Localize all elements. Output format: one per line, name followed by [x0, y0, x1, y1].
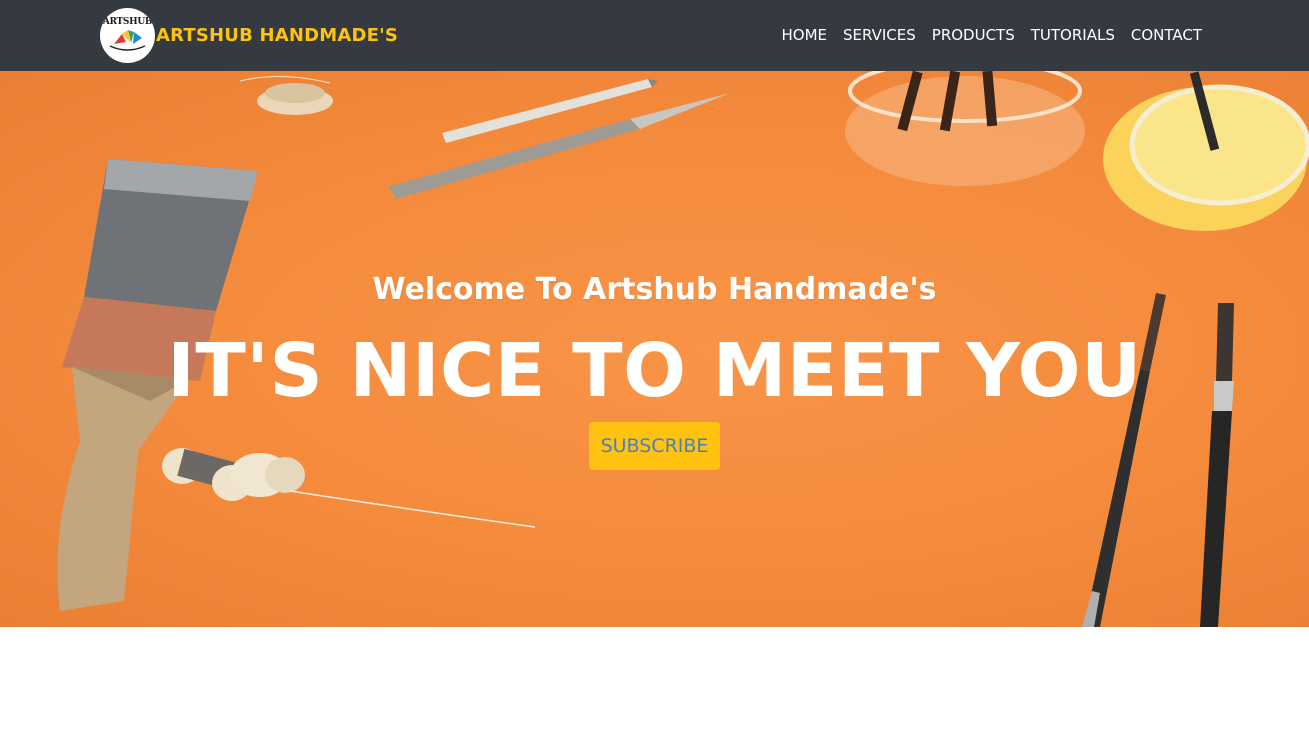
brand-logo: ARTSHUB	[100, 8, 155, 63]
glass-jar-icon	[845, 71, 1085, 186]
hero-subheading: Welcome To Artshub Handmade's	[372, 272, 937, 307]
thread-spool-icon	[239, 76, 333, 115]
yellow-paint-jar-icon	[1103, 71, 1309, 231]
logo-text: ARTSHUB	[102, 17, 153, 27]
hero-section: Welcome To Artshub Handmade's IT'S NICE …	[0, 71, 1309, 627]
nav-services[interactable]: SERVICES	[843, 26, 916, 44]
top-navbar: ARTSHUB ARTSHUB HANDMADE'S HOME SERVICES…	[0, 0, 1309, 71]
brand-name[interactable]: ARTSHUB HANDMADE'S	[156, 25, 398, 46]
thread-spools-icon	[162, 448, 536, 528]
nav-products[interactable]: PRODUCTS	[932, 26, 1015, 44]
nav-contact[interactable]: CONTACT	[1131, 26, 1202, 44]
nav-home[interactable]: HOME	[782, 26, 828, 44]
main-nav: HOME SERVICES PRODUCTS TUTORIALS CONTACT	[766, 26, 1203, 44]
hero-heading: IT'S NICE TO MEET YOU	[167, 328, 1142, 414]
nav-tutorials[interactable]: TUTORIALS	[1031, 26, 1115, 44]
brand[interactable]: ARTSHUB ARTSHUB HANDMADE'S	[100, 8, 398, 63]
pencil-icon	[442, 79, 658, 143]
subscribe-button[interactable]: SUBSCRIBE	[589, 422, 720, 470]
